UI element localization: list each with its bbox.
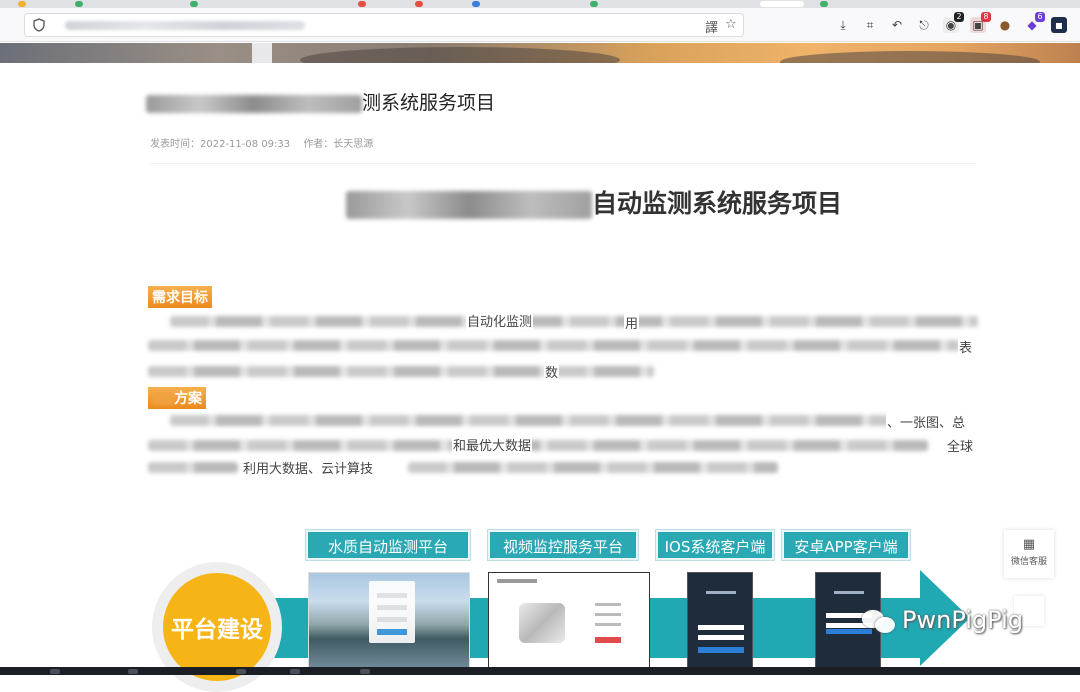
cookie-icon[interactable]: ●: [997, 17, 1013, 33]
text-fragment: 表: [958, 337, 974, 356]
extension-d-icon[interactable]: ▪: [1051, 17, 1067, 33]
content-headline-text: 自动监测系统服务项目: [592, 189, 843, 218]
browser-toolbar: 譯 ☆ ⤓ ⌗ ↶ ⎋ ◉ 2 ▣ 8 ● ◆ 6 ▪: [0, 8, 1080, 42]
tab-favicon[interactable]: [472, 1, 480, 7]
redacted-line: [148, 340, 960, 351]
tab-favicon[interactable]: [415, 1, 423, 7]
shield-icon[interactable]: [33, 18, 45, 32]
publish-date: 发表时间：2022-11-08 09:33: [150, 139, 291, 150]
watermark-text: PwnPigPig: [902, 606, 1024, 634]
redacted-line: [148, 366, 654, 377]
crop-icon[interactable]: ⌗: [862, 17, 878, 33]
extension-badge: 2: [954, 12, 964, 22]
extension-badge: 8: [981, 12, 991, 22]
redacted-line: [148, 462, 238, 473]
text-fragment: 数: [544, 362, 560, 381]
section-title-plan-text: 方案: [174, 391, 202, 407]
text-fragment: 全球: [946, 436, 975, 455]
taskbar-app[interactable]: [290, 669, 300, 674]
tab-favicon[interactable]: [18, 1, 26, 7]
text-fragment: 、一张图、总: [886, 412, 967, 431]
banner-hill: [780, 51, 1040, 63]
article-title-text: 测系统服务项目: [362, 92, 496, 114]
tab-favicon[interactable]: [358, 1, 366, 7]
extension-c-icon[interactable]: ◆ 6: [1024, 12, 1045, 33]
platform-tab-video: 视频监控服务平台: [488, 530, 638, 560]
tab-active[interactable]: [760, 1, 804, 7]
water-quality-screenshot: [308, 572, 470, 668]
tab-favicon[interactable]: [820, 1, 828, 7]
banner-hill: [300, 47, 620, 63]
text-fragment: 用: [624, 313, 640, 332]
header-divider: [150, 163, 976, 164]
taskbar-app[interactable]: [236, 669, 246, 674]
redacted-line: [170, 316, 978, 327]
login-panel: [369, 581, 415, 643]
extension-b-icon[interactable]: ▣ 8: [970, 12, 991, 33]
redacted-text: [146, 94, 362, 113]
undo-icon[interactable]: ↶: [889, 17, 905, 33]
translate-icon[interactable]: 譯: [705, 17, 718, 36]
platform-build-label: 平台建设: [171, 617, 263, 643]
share-icon[interactable]: ⎋: [916, 17, 932, 33]
redacted-text: [152, 393, 174, 405]
wechat-service-button[interactable]: ▦ 微信客服: [1004, 530, 1054, 578]
taskbar-app[interactable]: [50, 669, 60, 674]
article-meta: 发表时间：2022-11-08 09:33 作者：长天思源: [150, 135, 383, 150]
site-banner: [0, 43, 1080, 63]
section-title-plan: 方案: [148, 387, 206, 409]
tab-favicon[interactable]: [75, 1, 83, 7]
section-title-goals: 需求目标: [148, 286, 212, 308]
extension-a-icon[interactable]: ◉ 2: [943, 12, 964, 33]
grid-icon: ▦: [1022, 537, 1036, 552]
os-taskbar: [0, 667, 1080, 675]
redacted-text: [346, 191, 592, 219]
taskbar-app[interactable]: [360, 669, 370, 674]
redacted-line: [148, 440, 928, 451]
ios-screenshot: [687, 572, 753, 668]
camera-image: [519, 603, 565, 643]
tab-favicon[interactable]: [590, 1, 598, 7]
content-headline: 自动监测系统服务项目: [346, 184, 842, 220]
redacted-line: [408, 462, 778, 473]
extension-badge: 6: [1035, 12, 1045, 22]
tab-favicon[interactable]: [190, 1, 198, 7]
video-platform-screenshot: [488, 572, 650, 668]
platform-tab-ios: IOS系统客户端: [656, 530, 774, 560]
wechat-service-label: 微信客服: [1010, 557, 1047, 567]
text-fragment: 自动化监测: [466, 311, 534, 330]
watermark: PwnPigPig: [862, 606, 1023, 634]
star-icon[interactable]: ☆: [725, 17, 737, 32]
download-icon[interactable]: ⤓: [835, 17, 851, 33]
article-title: 测系统服务项目: [146, 88, 495, 115]
tab-strip: [0, 0, 1080, 8]
address-bar[interactable]: 譯 ☆: [24, 13, 744, 37]
banner-pillar: [252, 43, 272, 63]
platform-tab-water-quality: 水质自动监测平台: [306, 530, 470, 560]
text-fragment: 和最优大数据: [452, 435, 533, 454]
author: 作者：长天思源: [303, 139, 374, 150]
url-text[interactable]: [65, 21, 305, 30]
taskbar-app[interactable]: [128, 669, 138, 674]
wechat-icon: [862, 608, 896, 634]
text-fragment: 利用大数据、云计算技: [242, 458, 375, 477]
redacted-line: [170, 415, 890, 426]
platform-tab-android: 安卓APP客户端: [782, 530, 910, 560]
